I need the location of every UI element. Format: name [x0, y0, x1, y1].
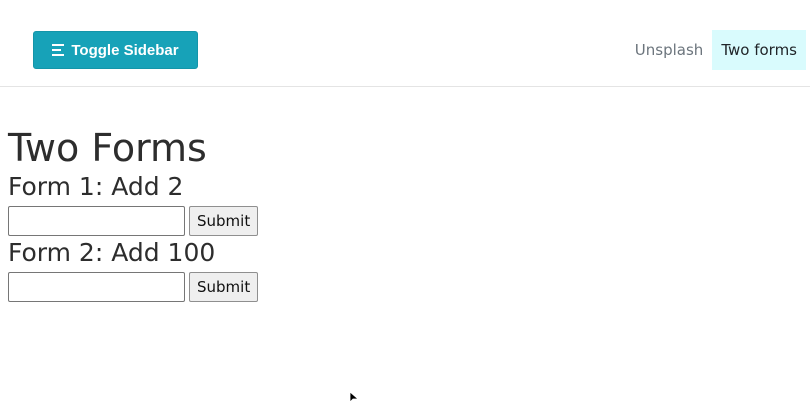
form-1-input[interactable]	[8, 206, 185, 236]
nav-links: Unsplash Two forms	[626, 30, 806, 70]
form-2-heading: Form 2: Add 100	[8, 238, 216, 267]
form-1-submit-button[interactable]: Submit	[189, 206, 259, 236]
form-2-input[interactable]	[8, 272, 185, 302]
toggle-sidebar-button[interactable]: Toggle Sidebar	[33, 31, 198, 69]
form-2: Submit	[8, 272, 259, 302]
main-content: Two Forms Form 1: Add 2 Submit Form 2: A…	[8, 124, 259, 304]
mouse-cursor-icon	[349, 392, 359, 402]
form-1-heading: Form 1: Add 2	[8, 172, 184, 201]
page-title: Two Forms	[8, 126, 207, 170]
form-2-submit-button[interactable]: Submit	[189, 272, 259, 302]
toggle-sidebar-label: Toggle Sidebar	[71, 41, 179, 59]
nav-link-two-forms[interactable]: Two forms	[712, 30, 806, 70]
top-navbar: Toggle Sidebar Unsplash Two forms	[0, 0, 810, 87]
list-icon	[52, 44, 66, 56]
form-1: Submit	[8, 206, 259, 236]
nav-link-unsplash[interactable]: Unsplash	[626, 30, 713, 70]
